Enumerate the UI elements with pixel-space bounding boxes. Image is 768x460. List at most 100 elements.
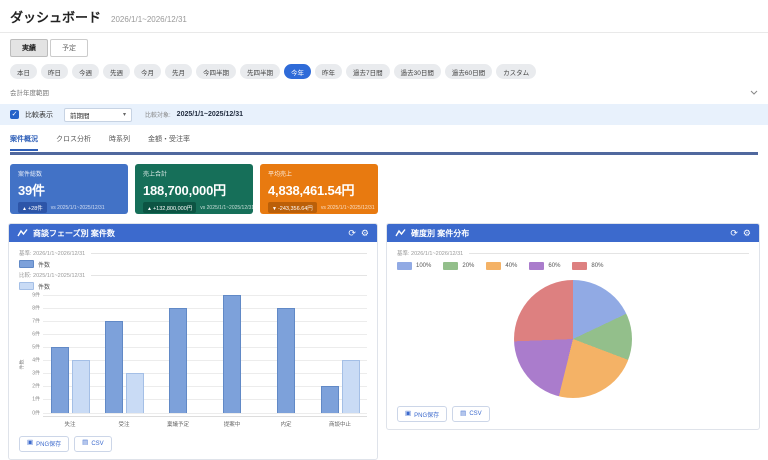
chart-panels: 商談フェーズ別 案件数 基準: 2026/1/1~2026/12/31件数比較:… <box>8 223 760 460</box>
comparison-period-select[interactable]: 前期間 <box>64 108 132 122</box>
x-axis-label-1: 受注 <box>97 420 151 428</box>
y-tick-label: 8件 <box>32 304 40 311</box>
period-chip-6[interactable]: 今四半期 <box>196 64 236 79</box>
bar-base[interactable] <box>105 321 123 413</box>
legend-item-0: 件数 <box>19 260 367 269</box>
bar-compare[interactable] <box>342 360 360 412</box>
page-title: ダッシュボード <box>10 7 101 26</box>
y-tick-label: 4件 <box>32 357 40 364</box>
header-date-range: 2026/1/1~2026/12/31 <box>111 15 187 24</box>
delta-badge: ▼-243,356.64円 <box>268 202 317 213</box>
pie-legend-note: 基準: 2026/1/1~2026/12/31 <box>397 249 749 257</box>
period-chip-3[interactable]: 先週 <box>103 64 130 79</box>
period-chip-11[interactable]: 過去30日間 <box>394 64 441 79</box>
arrow-up-icon: ▲ <box>147 206 152 212</box>
tab-1[interactable]: クロス分析 <box>56 134 91 151</box>
legend-swatch <box>19 282 34 290</box>
bar-compare[interactable] <box>126 373 144 412</box>
comparison-target-label: 比較対象: <box>145 110 171 119</box>
gear-icon[interactable] <box>361 229 369 238</box>
refresh-icon[interactable] <box>730 229 738 238</box>
png-export-label: PNG保存 <box>36 439 61 448</box>
y-tick-label: 1件 <box>32 396 40 403</box>
fiscal-year-section[interactable]: 会計年度範囲 <box>10 87 758 97</box>
png-export-button[interactable]: PNG保存 <box>19 436 69 452</box>
period-chip-7[interactable]: 先四半期 <box>240 64 280 79</box>
period-chip-1[interactable]: 昨日 <box>41 64 68 79</box>
legend-swatch <box>529 262 544 270</box>
legend-swatch <box>486 262 501 270</box>
tab-0[interactable]: 案件概況 <box>10 134 38 151</box>
arrow-up-icon: ▲ <box>22 206 27 212</box>
comparison-checkbox[interactable] <box>10 110 19 119</box>
bar-group-0 <box>43 295 97 413</box>
bar-panel-title: 商談フェーズ別 案件数 <box>33 228 115 239</box>
x-axis-label-5: 商談中止 <box>313 420 367 428</box>
pie-chart[interactable] <box>514 280 632 398</box>
period-chip-10[interactable]: 過去7日間 <box>346 64 390 79</box>
view-toggle: 実績予定 <box>10 39 758 57</box>
section-tabs: 案件概況 クロス分析 時系列 金額・受注率 <box>10 134 758 151</box>
period-chip-0[interactable]: 本日 <box>10 64 37 79</box>
pie-legend-period: 基準: 2026/1/1~2026/12/31 <box>397 249 463 257</box>
bar-compare[interactable] <box>72 360 90 412</box>
delta-badge: ▲+132,800,000円 <box>143 202 196 213</box>
bar-export-row: PNG保存 CSV <box>19 436 367 452</box>
y-tick-label: 0件 <box>32 409 40 416</box>
bar-chart: 件数 0件1件2件3件4件5件6件7件8件9件 失注受注稟議予定提案中内定商談中… <box>19 295 367 428</box>
legend-swatch <box>572 262 587 270</box>
period-chip-5[interactable]: 先月 <box>165 64 192 79</box>
y-axis-title: 件数 <box>19 295 27 428</box>
bar-base[interactable] <box>223 295 241 413</box>
x-axis-label-4: 内定 <box>259 420 313 428</box>
bar-base[interactable] <box>321 386 339 412</box>
comparison-period-value: 前期間 <box>70 110 90 120</box>
legend-swatch <box>397 262 412 270</box>
bar-base[interactable] <box>169 308 187 413</box>
line-chart-icon <box>395 228 406 238</box>
csv-export-button[interactable]: CSV <box>452 406 490 422</box>
pie-panel-header: 確度別 案件分布 <box>387 224 759 242</box>
csv-export-button[interactable]: CSV <box>74 436 112 452</box>
bar-base[interactable] <box>277 308 295 413</box>
bar-panel-body: 基準: 2026/1/1~2026/12/31件数比較: 2025/1/1~20… <box>9 242 377 459</box>
pie-panel-body: 基準: 2026/1/1~2026/12/31 100%20%40%60%80%… <box>387 242 759 429</box>
pie-legend-item-1: 20% <box>443 262 474 270</box>
gear-icon[interactable] <box>743 229 751 238</box>
tab-3[interactable]: 金額・受注率 <box>148 134 190 151</box>
bar-group-3 <box>205 295 259 413</box>
pie-legend: 100%20%40%60%80% <box>397 259 749 272</box>
kpi-label: 平均売上 <box>268 169 370 178</box>
pie-panel-title: 確度別 案件分布 <box>411 228 469 239</box>
table-icon <box>460 411 466 418</box>
pie-legend-item-3: 60% <box>529 262 560 270</box>
pie-export-row: PNG保存 CSV <box>397 406 749 422</box>
chevron-down-icon[interactable] <box>750 90 758 95</box>
period-chip-12[interactable]: 過去60日間 <box>445 64 492 79</box>
tab-2[interactable]: 時系列 <box>109 134 130 151</box>
chevron-down-icon <box>123 111 126 118</box>
period-chip-8[interactable]: 今年 <box>284 64 311 79</box>
png-export-button[interactable]: PNG保存 <box>397 406 447 422</box>
period-chip-4[interactable]: 今月 <box>134 64 161 79</box>
table-icon <box>82 440 88 447</box>
period-chip-13[interactable]: カスタム <box>496 64 536 79</box>
view-toggle-0[interactable]: 実績 <box>10 39 48 57</box>
fiscal-year-label: 会計年度範囲 <box>10 87 49 97</box>
kpi-value: 188,700,000円 <box>143 180 245 199</box>
refresh-icon[interactable] <box>348 229 356 238</box>
period-chip-9[interactable]: 昨年 <box>315 64 342 79</box>
x-axis-label-3: 提案中 <box>205 420 259 428</box>
period-chip-2[interactable]: 今週 <box>72 64 99 79</box>
arrow-down-icon: ▼ <box>272 206 277 212</box>
y-tick-label: 3件 <box>32 370 40 377</box>
bar-groups <box>43 295 367 413</box>
legend-period-row-0: 基準: 2026/1/1~2026/12/31 <box>19 249 367 257</box>
y-tick-label: 9件 <box>32 291 40 298</box>
view-toggle-1[interactable]: 予定 <box>50 39 88 57</box>
kpi-card-0: 案件総数39件▲+28件vs 2025/1/1~2025/12/31 <box>10 164 128 214</box>
comparison-checkbox-label: 比較表示 <box>25 110 53 120</box>
section-divider <box>10 152 758 155</box>
bar-base[interactable] <box>51 347 69 413</box>
kpi-delta-row: ▲+28件vs 2025/1/1~2025/12/31 <box>18 202 120 213</box>
